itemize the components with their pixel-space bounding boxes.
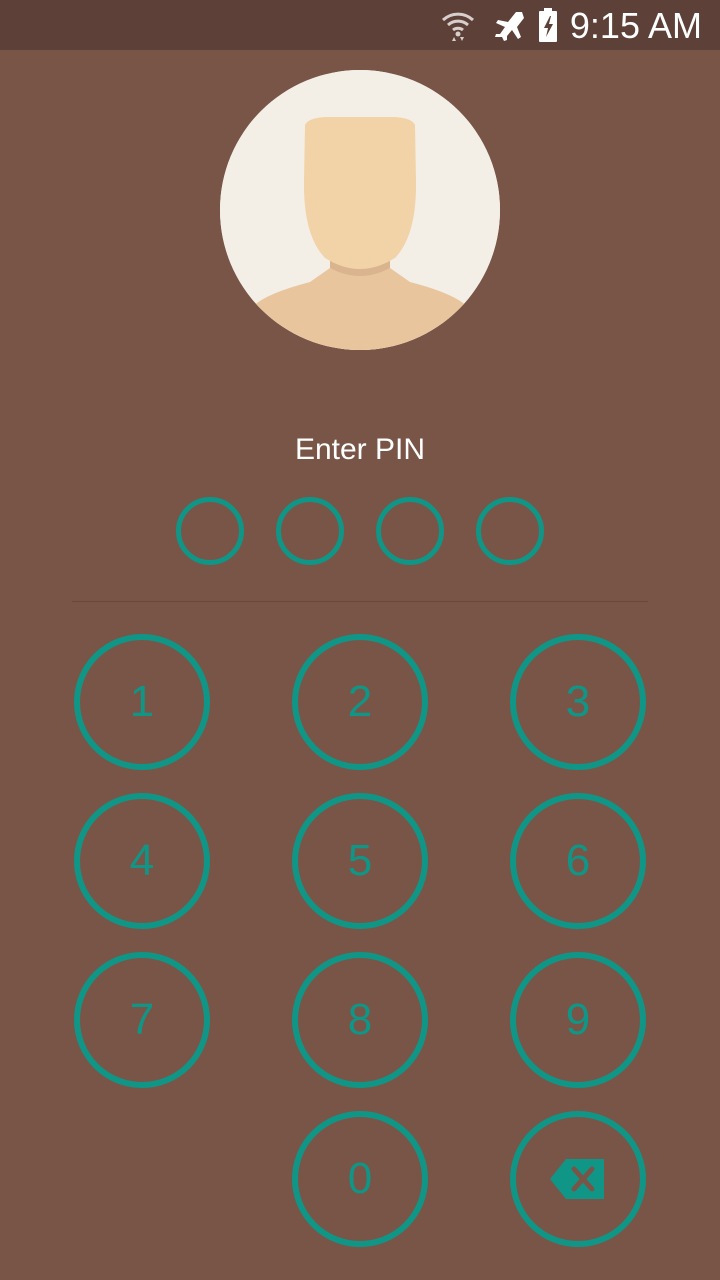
- key-3[interactable]: 3: [510, 634, 646, 770]
- backspace-icon: [550, 1159, 604, 1199]
- pin-dot-3: [376, 497, 444, 565]
- battery-charging-icon: [536, 6, 560, 46]
- key-0[interactable]: 0: [292, 1111, 428, 1247]
- wifi-icon: [440, 6, 476, 46]
- pin-dot-1: [176, 497, 244, 565]
- key-5[interactable]: 5: [292, 793, 428, 929]
- status-bar: 9:15 AM: [0, 0, 720, 50]
- key-9[interactable]: 9: [510, 952, 646, 1088]
- backspace-button[interactable]: [510, 1111, 646, 1247]
- divider: [72, 601, 648, 602]
- enter-pin-label: Enter PIN: [294, 433, 426, 466]
- key-6[interactable]: 6: [510, 793, 646, 929]
- pin-dot-2: [276, 497, 344, 565]
- pin-indicator: [0, 497, 720, 565]
- status-time: 9:15 AM: [569, 5, 702, 46]
- key-8[interactable]: 8: [292, 952, 428, 1088]
- default-user-avatar-icon: [220, 70, 500, 350]
- key-1[interactable]: 1: [74, 634, 210, 770]
- key-2[interactable]: 2: [292, 634, 428, 770]
- user-avatar: [220, 70, 500, 350]
- key-7[interactable]: 7: [74, 952, 210, 1088]
- airplane-mode-icon: [492, 6, 526, 46]
- key-4[interactable]: 4: [74, 793, 210, 929]
- pin-dot-4: [476, 497, 544, 565]
